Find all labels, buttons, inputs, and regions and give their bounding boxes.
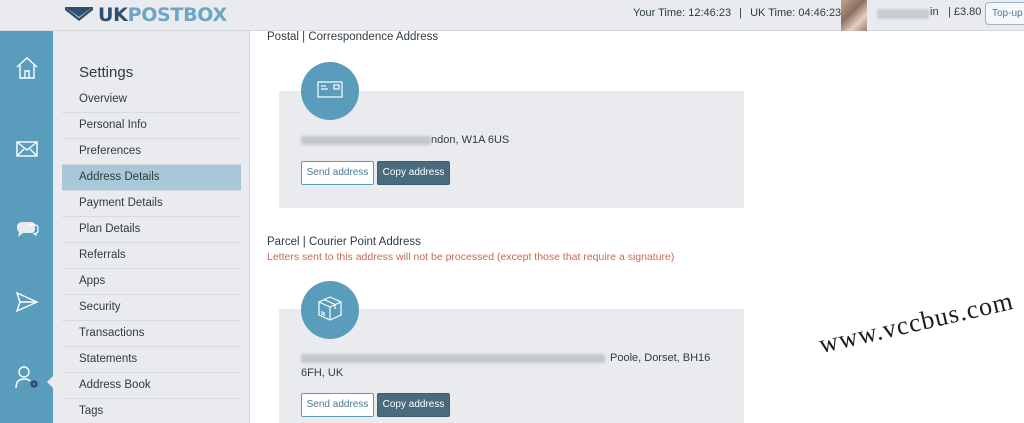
your-time-label: Your Time: <box>633 7 686 19</box>
rail-user-settings[interactable] <box>0 359 53 399</box>
parcel-badge <box>301 281 359 339</box>
redacted-text <box>301 135 431 145</box>
account-balance: | £3.80 <box>948 6 982 18</box>
postal-address-visible: ndon, W1A 6US <box>431 134 510 146</box>
balance-value: £3.80 <box>953 6 982 18</box>
logo[interactable]: UKPOSTBOX <box>64 3 227 27</box>
rail-chat[interactable] <box>0 211 53 251</box>
logo-postbox: POSTBOX <box>127 4 228 26</box>
postal-send-address-button[interactable]: Send address <box>301 161 374 185</box>
user-settings-icon <box>14 364 40 395</box>
uk-time-value: 04:46:23 <box>798 7 842 19</box>
settings-item-security[interactable]: Security <box>62 295 241 321</box>
parcel-section-title: Parcel | Courier Point Address <box>267 236 421 248</box>
settings-sidebar: Settings Overview Personal Info Preferen… <box>53 31 250 423</box>
home-icon <box>14 55 40 86</box>
chat-icon <box>14 216 40 247</box>
icon-rail <box>0 31 53 423</box>
rail-mail[interactable] <box>0 131 53 171</box>
mail-icon <box>14 136 40 167</box>
package-box-icon <box>314 292 346 329</box>
redacted-text <box>301 353 605 363</box>
settings-item-preferences[interactable]: Preferences <box>62 139 241 165</box>
user-name-redacted <box>877 9 929 19</box>
postal-section-title: Postal | Correspondence Address <box>267 31 439 43</box>
main-content: Postal | Correspondence Address ndon, W1… <box>250 31 1024 423</box>
postal-badge <box>301 62 359 120</box>
your-time-value: 12:46:23 <box>688 7 732 19</box>
settings-item-referrals[interactable]: Referrals <box>62 243 241 269</box>
rail-home[interactable] <box>0 50 53 90</box>
settings-item-transactions[interactable]: Transactions <box>62 321 241 347</box>
postal-address-text[interactable]: ndon, W1A 6US <box>301 134 509 146</box>
parcel-copy-address-button[interactable]: Copy address <box>377 393 450 417</box>
settings-item-address-book[interactable]: Address Book <box>62 373 241 399</box>
topup-button[interactable]: Top-up <box>985 2 1024 25</box>
parcel-warning: Letters sent to this address will not be… <box>267 251 675 263</box>
user-name-tail: in <box>930 6 939 18</box>
settings-item-apps[interactable]: Apps <box>62 269 241 295</box>
time-separator: | <box>739 7 742 19</box>
parcel-address-line2[interactable]: 6FH, UK <box>301 367 343 379</box>
parcel-send-address-button[interactable]: Send address <box>301 393 374 417</box>
parcel-address-visible: Poole, Dorset, BH16 <box>610 352 711 364</box>
settings-item-statements[interactable]: Statements <box>62 347 241 373</box>
settings-item-address-details[interactable]: Address Details <box>62 165 241 191</box>
time-info: Your Time: 12:46:23 | UK Time: 04:46:23 <box>633 7 841 19</box>
envelope-icon <box>314 73 346 110</box>
uk-time-label: UK Time: <box>750 7 796 19</box>
settings-item-personal-info[interactable]: Personal Info <box>62 113 241 139</box>
settings-menu: Overview Personal Info Preferences Addre… <box>62 87 241 423</box>
settings-item-payment-details[interactable]: Payment Details <box>62 191 241 217</box>
settings-item-tags[interactable]: Tags <box>62 399 241 423</box>
top-header: UKPOSTBOX Your Time: 12:46:23 | UK Time:… <box>0 0 1024 31</box>
postal-copy-address-button[interactable]: Copy address <box>377 161 450 185</box>
settings-item-overview[interactable]: Overview <box>62 87 241 113</box>
logo-uk: UK <box>98 4 128 26</box>
envelope-logo-icon <box>64 4 94 26</box>
settings-item-plan-details[interactable]: Plan Details <box>62 217 241 243</box>
rail-send[interactable] <box>0 284 53 324</box>
settings-title: Settings <box>79 64 134 81</box>
send-icon <box>14 289 40 320</box>
parcel-address-line1[interactable]: Poole, Dorset, BH16 <box>301 352 710 364</box>
avatar[interactable] <box>841 0 867 31</box>
